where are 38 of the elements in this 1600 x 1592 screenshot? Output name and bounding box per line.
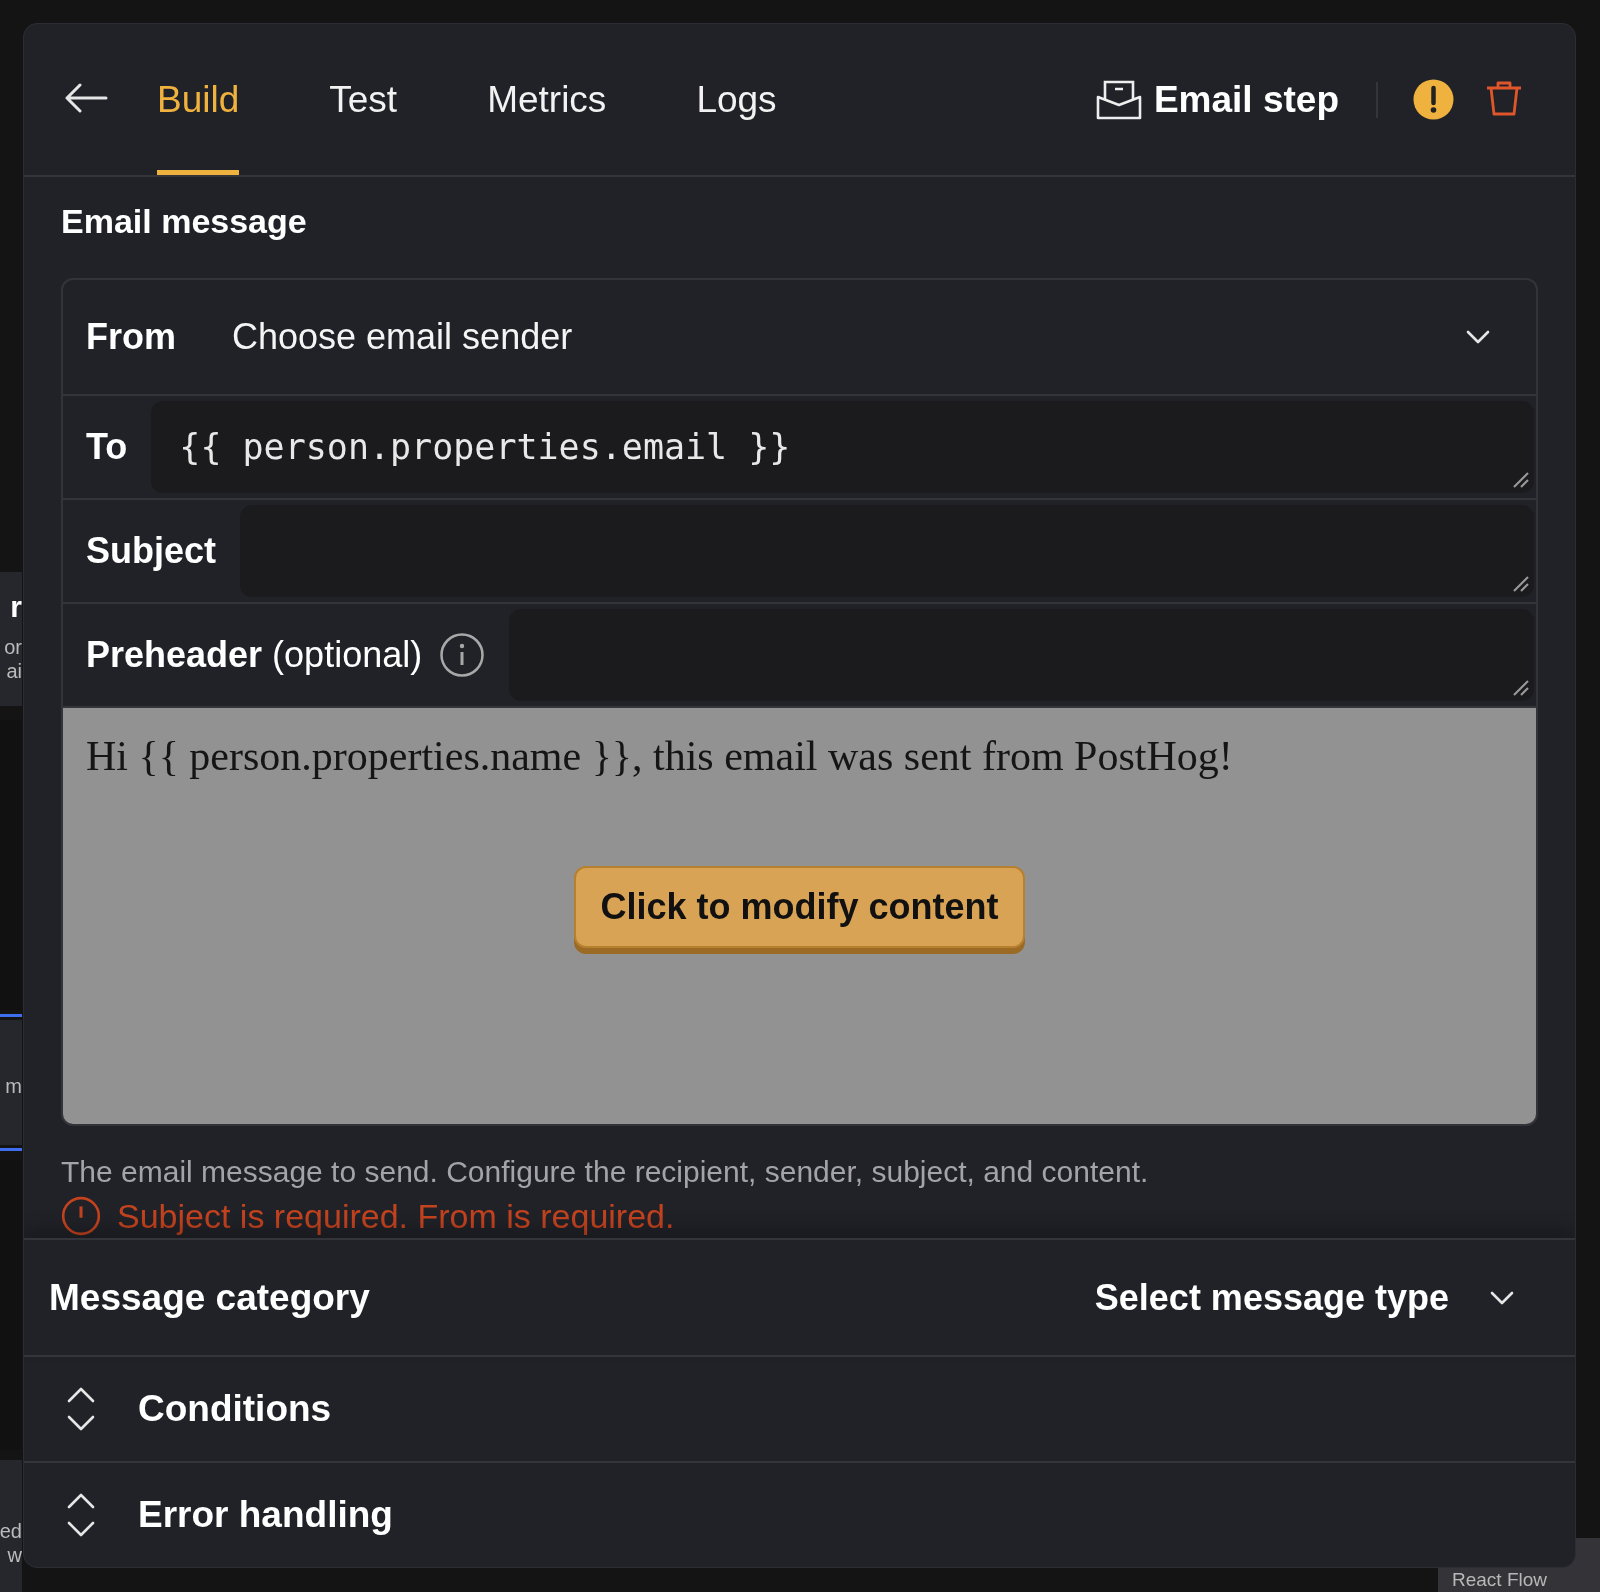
section-toggle[interactable]: Error handling	[138, 1494, 393, 1536]
section-toggle[interactable]: Conditions	[138, 1388, 332, 1430]
input-field[interactable]	[509, 609, 1534, 701]
step-title: Email step	[1153, 78, 1339, 121]
input-field[interactable]: {{ person.properties.email }}	[151, 401, 1534, 493]
field-label: Message category	[49, 1276, 370, 1319]
error-text: Subject is required. From is required.	[117, 1196, 675, 1236]
resize-grip-icon[interactable]	[1512, 575, 1530, 593]
expand-collapse-icon[interactable]	[66, 1386, 96, 1432]
mail-icon	[1095, 78, 1142, 121]
background-text: ed	[0, 1520, 22, 1542]
input-field[interactable]	[240, 505, 1534, 597]
field-label: Preheader (optional)	[86, 634, 423, 676]
help-text: The email message to send. Configure the recipient, sender, subject, and content.	[61, 1154, 1150, 1190]
section-title: Email message	[61, 201, 308, 241]
info-icon[interactable]	[439, 632, 486, 678]
email-body-text: Hi {{ person.properties.name }}, this email was sent from PostHog!	[86, 732, 1233, 780]
tab[interactable]: Logs	[696, 24, 777, 175]
tab[interactable]: Metrics	[487, 24, 607, 175]
field-label: Subject	[86, 530, 217, 572]
chevron-down-icon	[1489, 1289, 1515, 1306]
expand-collapse-icon[interactable]	[66, 1492, 96, 1538]
message-type-dropdown[interactable]: Select message type	[1094, 1276, 1515, 1319]
background-text: w	[7, 1544, 22, 1566]
tab[interactable]: Test	[329, 24, 398, 175]
tab[interactable]: Build	[157, 24, 240, 175]
warning-icon[interactable]	[1413, 79, 1454, 120]
chevron-down-icon	[1465, 329, 1491, 345]
error-icon	[61, 1196, 101, 1236]
resize-grip-icon[interactable]	[1512, 471, 1530, 489]
resize-grip-icon[interactable]	[1512, 679, 1530, 697]
background-text: r	[10, 590, 22, 623]
sender-dropdown[interactable]: Choose email sender	[232, 316, 573, 358]
background-text: or	[4, 636, 22, 658]
background-text: ai	[6, 660, 22, 682]
field-label: To	[86, 426, 128, 468]
background-text: m	[5, 1075, 22, 1097]
field-label: From	[86, 316, 176, 358]
